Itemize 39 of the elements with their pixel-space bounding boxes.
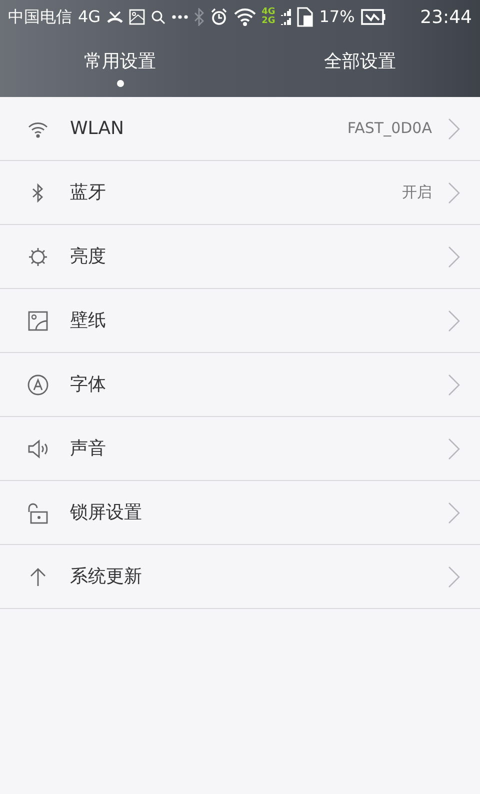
- setting-label: 壁纸: [70, 309, 107, 333]
- setting-label: 声音: [70, 437, 107, 461]
- setting-label: 字体: [70, 373, 107, 397]
- alarm-icon: [210, 8, 228, 26]
- chevron-icon: [448, 118, 460, 140]
- more-icon: [172, 14, 188, 20]
- chevron-icon: [448, 438, 460, 460]
- carrier-name: 中国电信: [8, 6, 72, 28]
- chevron-icon: [448, 182, 460, 204]
- missed-call-icon: [106, 10, 123, 24]
- settings-tab[interactable]: 全部设置: [314, 42, 406, 87]
- signal-icon: [281, 8, 292, 26]
- chevron-icon: [448, 502, 460, 524]
- unlocked-padlock-icon: [26, 500, 50, 524]
- setting-label: 亮度: [70, 245, 107, 269]
- sim-card-icon: [297, 7, 314, 27]
- chevron-icon: [448, 374, 460, 396]
- sim-network-label: 2G: [262, 17, 276, 26]
- setting-label: 锁屏设置: [70, 501, 143, 525]
- bluetooth-icon: [194, 8, 204, 26]
- chevron-icon: [448, 310, 460, 332]
- setting-label: WLAN: [70, 117, 126, 141]
- setting-value: FAST_0D0A: [347, 118, 432, 140]
- setting-label: 蓝牙: [70, 181, 107, 205]
- clock-time: 23:44: [420, 6, 472, 30]
- wifi-icon: [234, 8, 256, 26]
- settings-tab[interactable]: 常用设置: [74, 42, 166, 87]
- chevron-icon: [448, 566, 460, 588]
- battery-percentage: 17%: [319, 6, 355, 28]
- chevron-icon: [448, 246, 460, 268]
- setting-label: 系统更新: [70, 565, 143, 589]
- battery-charging-icon: [360, 9, 387, 25]
- setting-value: 开启: [402, 182, 432, 204]
- font-icon: [26, 372, 50, 396]
- image-icon: [128, 9, 145, 25]
- sim-network-label: 4G: [262, 8, 276, 17]
- search-icon: [150, 10, 166, 24]
- wallpaper-icon: [26, 308, 50, 332]
- network-type: 4G: [78, 6, 101, 28]
